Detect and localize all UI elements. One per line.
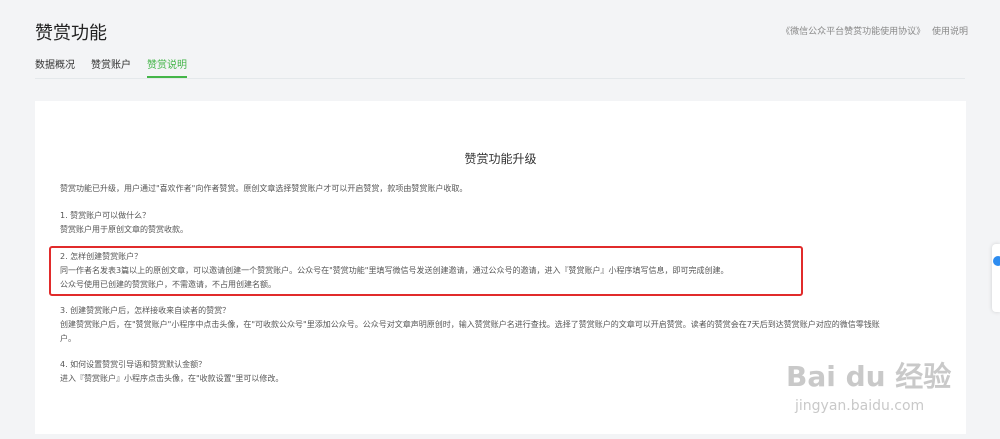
question-2: 2. 怎样创建赞赏账户？ — [60, 252, 143, 261]
tab-reward-account[interactable]: 赞赏账户 — [91, 56, 131, 78]
answer-3-line-2: 户。 — [60, 334, 76, 343]
tab-bar: 数据概况 赞赏账户 赞赏说明 — [35, 56, 203, 78]
help-link[interactable]: 使用说明 — [932, 27, 968, 37]
top-bar: 赞赏功能 《微信公众平台赞赏功能使用协议》 使用说明 数据概况 赞赏账户 赞赏说… — [0, 0, 1000, 86]
tab-data-overview[interactable]: 数据概况 — [35, 56, 75, 78]
intro-text: 赞赏功能已升级，用户通过"喜欢作者"向作者赞赏。原创文章选择赞赏账户才可以开启赞… — [60, 184, 468, 193]
agreement-link[interactable]: 《微信公众平台赞赏功能使用协议》 — [781, 27, 925, 37]
answer-2-line-2: 公众号使用已创建的赞赏账户，不需邀请，不占用创建名额。 — [60, 280, 276, 289]
answer-3-line-1: 创建赞赏账户后，在"赞赏账户"小程序中点击头像，在"可收款公众号"里添加公众号。… — [60, 320, 880, 329]
answer-1: 赞赏账户用于原创文章的赞赏收款。 — [60, 225, 188, 234]
content-title: 赞赏功能升级 — [464, 152, 537, 166]
question-1: 1. 赞赏账户可以做什么？ — [60, 211, 151, 220]
tab-divider — [35, 78, 965, 79]
tab-reward-description[interactable]: 赞赏说明 — [147, 56, 187, 78]
question-3: 3. 创建赞赏账户后，怎样接收来自读者的赞赏？ — [60, 306, 231, 315]
answer-2-line-1: 同一作者名发表3篇以上的原创文章，可以邀请创建一个赞赏账户。公众号在"赞赏功能"… — [60, 266, 729, 275]
side-widget-dot-icon — [993, 256, 1000, 266]
side-float-widget[interactable] — [992, 244, 1000, 312]
page-title: 赞赏功能 — [35, 23, 107, 44]
top-links: 《微信公众平台赞赏功能使用协议》 使用说明 — [777, 24, 968, 37]
baidu-watermark-url: jingyan.baidu.com — [795, 398, 925, 414]
baidu-watermark-logo: Bai du 经验 — [786, 360, 952, 393]
